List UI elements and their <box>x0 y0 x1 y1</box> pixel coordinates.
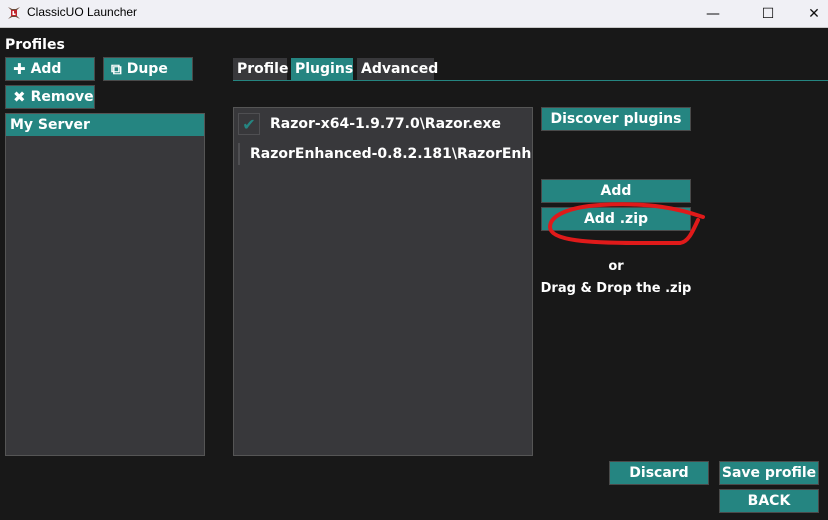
tab-profile[interactable]: Profile <box>233 58 289 80</box>
tab-plugins-label: Plugins <box>295 61 354 77</box>
tab-profile-label: Profile <box>237 61 289 77</box>
dupe-profile-button[interactable]: ⧉ Dupe <box>103 57 193 81</box>
back-label: BACK <box>747 493 791 509</box>
close-button[interactable]: ✕ <box>791 0 828 27</box>
title-bar: ClassicUO Launcher — ☐ ✕ <box>0 0 828 28</box>
checkmark-icon: ✔ <box>242 114 256 134</box>
plugin-label: RazorEnhanced-0.8.2.181\RazorEnhanced.ex… <box>250 146 532 162</box>
dupe-profile-label: Dupe <box>126 61 168 77</box>
back-button[interactable]: BACK <box>719 489 819 513</box>
app-logo-icon <box>8 7 20 19</box>
tab-underline <box>233 80 828 81</box>
profiles-heading: Profiles <box>5 37 65 53</box>
x-icon: ✖ <box>13 88 26 106</box>
tab-plugins[interactable]: Plugins <box>291 58 353 80</box>
plugins-list[interactable]: ✔ Razor-x64-1.9.77.0\Razor.exe RazorEnha… <box>233 107 533 456</box>
minimize-icon: — <box>706 5 720 22</box>
maximize-icon: ☐ <box>761 5 775 22</box>
profile-item-label: My Server <box>10 117 90 133</box>
plugin-row[interactable]: RazorEnhanced-0.8.2.181\RazorEnhanced.ex… <box>234 139 532 169</box>
remove-profile-button[interactable]: ✖ Remove <box>5 85 95 109</box>
plugin-label: Razor-x64-1.9.77.0\Razor.exe <box>270 116 502 132</box>
discover-plugins-label: Discover plugins <box>550 111 682 127</box>
save-profile-label: Save profile <box>721 465 817 481</box>
copy-icon: ⧉ <box>111 60 122 78</box>
profiles-list[interactable]: My Server <box>5 113 205 456</box>
discard-label: Discard <box>629 465 689 481</box>
add-profile-button[interactable]: ✚ Add <box>5 57 95 81</box>
discard-button[interactable]: Discard <box>609 461 709 485</box>
plugin-row[interactable]: ✔ Razor-x64-1.9.77.0\Razor.exe <box>234 109 532 139</box>
add-zip-button[interactable]: Add .zip <box>541 207 691 231</box>
minimize-button[interactable]: — <box>690 0 736 27</box>
maximize-button[interactable]: ☐ <box>745 0 791 27</box>
profile-item-my-server[interactable]: My Server <box>6 114 204 136</box>
plus-icon: ✚ <box>13 60 26 78</box>
discover-plugins-button[interactable]: Discover plugins <box>541 107 691 131</box>
drag-drop-text: Drag & Drop the .zip <box>540 281 692 296</box>
close-icon: ✕ <box>808 5 820 22</box>
plugin-checkbox[interactable]: ✔ <box>238 113 260 135</box>
window-title: ClassicUO Launcher <box>27 5 138 19</box>
save-profile-button[interactable]: Save profile <box>719 461 819 485</box>
tab-advanced[interactable]: Advanced <box>357 58 438 80</box>
plugin-checkbox[interactable] <box>238 143 240 165</box>
add-profile-label: Add <box>30 61 62 77</box>
or-text: or <box>608 259 624 274</box>
add-plugin-label: Add <box>600 183 632 199</box>
add-zip-label: Add .zip <box>583 211 649 227</box>
remove-profile-label: Remove <box>30 89 94 105</box>
add-plugin-button[interactable]: Add <box>541 179 691 203</box>
tab-advanced-label: Advanced <box>361 61 439 77</box>
